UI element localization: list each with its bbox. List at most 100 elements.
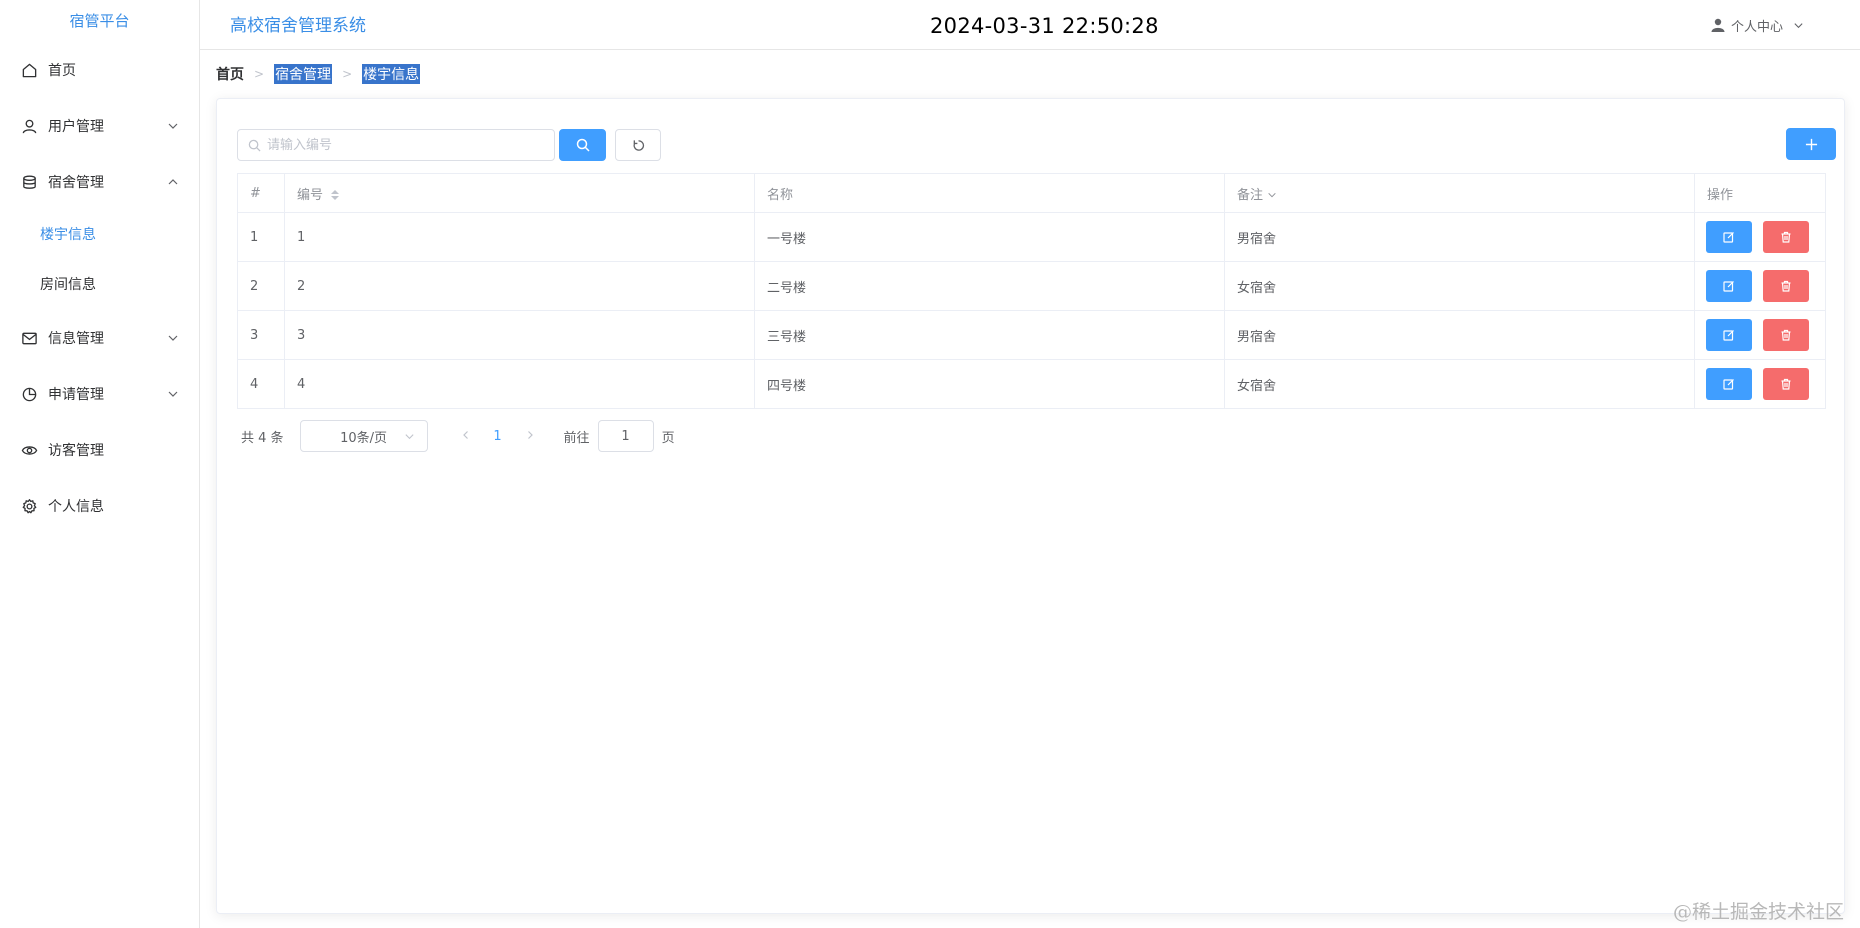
sidebar-subitem-building-info[interactable]: 楼宇信息 xyxy=(0,210,199,260)
column-header-actions: 操作 xyxy=(1694,173,1826,213)
chevron-right-icon xyxy=(527,430,533,439)
reset-button[interactable] xyxy=(615,129,661,161)
table-row: 4 4 四号楼 女宿舍 xyxy=(237,359,1826,409)
delete-button[interactable] xyxy=(1763,270,1809,302)
user-icon xyxy=(20,117,38,135)
cell-name: 一号楼 xyxy=(754,212,1225,262)
plus-icon xyxy=(1805,138,1817,150)
trash-icon xyxy=(1781,329,1791,341)
sidebar-item-user-management[interactable]: 用户管理 xyxy=(0,98,199,154)
sidebar-item-label: 信息管理 xyxy=(48,331,104,347)
column-header-note[interactable]: 备注 xyxy=(1224,173,1695,213)
cell-code: 1 xyxy=(284,212,755,262)
filter-arrow-icon[interactable] xyxy=(1267,190,1277,200)
table-row: 2 2 二号楼 女宿舍 xyxy=(237,261,1826,311)
user-center-label: 个人中心 xyxy=(1730,19,1783,35)
breadcrumb-home[interactable]: 首页 xyxy=(216,64,244,84)
page-size-select[interactable]: 10条/页 xyxy=(299,420,428,452)
sort-caret-icon[interactable] xyxy=(331,190,340,200)
cell-index: 4 xyxy=(237,359,285,409)
breadcrumb-separator-icon: > xyxy=(254,67,265,81)
sidebar-item-label: 个人信息 xyxy=(48,499,104,515)
cell-name: 四号楼 xyxy=(754,359,1225,409)
column-header-index: # xyxy=(237,173,285,213)
goto-label: 前往 xyxy=(563,430,590,446)
sidebar: 宿管平台 首页 用户管理 宿舍管理 楼宇信息 房间信息 信息管理 申请管理 访客… xyxy=(0,0,200,928)
trash-icon xyxy=(1781,280,1791,292)
delete-button[interactable] xyxy=(1763,368,1809,400)
breadcrumb-building-info: 楼宇信息 xyxy=(362,64,421,84)
page-size-value: 10条/页 xyxy=(340,430,388,446)
search-button[interactable] xyxy=(559,129,606,161)
cell-index: 2 xyxy=(237,261,285,311)
search-field[interactable] xyxy=(237,129,555,161)
chevron-down-icon xyxy=(168,123,178,129)
search-input[interactable] xyxy=(267,131,554,159)
sidebar-item-label: 宿舍管理 xyxy=(48,175,104,191)
user-center-dropdown[interactable]: 个人中心 xyxy=(1711,0,1810,50)
sidebar-subitem-room-info[interactable]: 房间信息 xyxy=(0,260,199,310)
add-button[interactable] xyxy=(1786,128,1836,160)
chevron-down-icon xyxy=(168,391,178,397)
sidebar-item-label: 申请管理 xyxy=(48,387,104,403)
table-row: 3 3 三号楼 男宿舍 xyxy=(237,310,1826,360)
sidebar-item-personal-info[interactable]: 个人信息 xyxy=(0,478,199,534)
table-row: 1 1 一号楼 男宿舍 xyxy=(237,212,1826,262)
eye-icon xyxy=(20,441,38,459)
trash-icon xyxy=(1781,231,1791,243)
cell-actions xyxy=(1694,359,1826,409)
pie-chart-icon xyxy=(20,385,38,403)
edit-button[interactable] xyxy=(1706,221,1752,253)
delete-button[interactable] xyxy=(1763,221,1809,253)
column-header-code-label: 编号 xyxy=(297,187,324,203)
edit-button[interactable] xyxy=(1706,319,1752,351)
database-icon xyxy=(20,173,38,191)
search-icon xyxy=(248,139,261,152)
search-icon xyxy=(576,138,590,152)
column-header-code[interactable]: 编号 xyxy=(284,173,755,213)
cell-index: 3 xyxy=(237,310,285,360)
goto-page-input[interactable] xyxy=(597,420,654,452)
edit-icon xyxy=(1723,281,1734,292)
refresh-icon xyxy=(633,139,644,151)
sidebar-item-label: 用户管理 xyxy=(48,119,104,135)
cell-code: 2 xyxy=(284,261,755,311)
cell-name: 二号楼 xyxy=(754,261,1225,311)
table-header-row: # 编号 名称 备注 操作 xyxy=(237,173,1826,213)
sidebar-item-home[interactable]: 首页 xyxy=(0,42,199,98)
prev-page-button[interactable] xyxy=(450,429,482,444)
page-number[interactable]: 1 xyxy=(482,429,514,444)
sidebar-item-visitor-management[interactable]: 访客管理 xyxy=(0,422,199,478)
cell-note: 男宿舍 xyxy=(1224,310,1695,360)
cell-actions xyxy=(1694,212,1826,262)
breadcrumb-separator-icon: > xyxy=(342,67,353,81)
sidebar-item-dorm-management[interactable]: 宿舍管理 xyxy=(0,154,199,210)
cell-code: 4 xyxy=(284,359,755,409)
trash-icon xyxy=(1781,378,1791,390)
edit-button[interactable] xyxy=(1706,368,1752,400)
system-title: 高校宿舍管理系统 xyxy=(230,16,366,36)
edit-button[interactable] xyxy=(1706,270,1752,302)
breadcrumb-dorm-management[interactable]: 宿舍管理 xyxy=(274,64,333,84)
cell-note: 女宿舍 xyxy=(1224,261,1695,311)
sidebar-brand: 宿管平台 xyxy=(69,12,130,30)
gear-icon xyxy=(20,497,38,515)
page-suffix-label: 页 xyxy=(661,430,675,446)
delete-button[interactable] xyxy=(1763,319,1809,351)
cell-index: 1 xyxy=(237,212,285,262)
user-avatar-icon xyxy=(1711,18,1725,32)
edit-icon xyxy=(1723,330,1734,341)
sidebar-item-info-management[interactable]: 信息管理 xyxy=(0,310,199,366)
cell-note: 男宿舍 xyxy=(1224,212,1695,262)
sidebar-item-label: 访客管理 xyxy=(48,443,104,459)
message-icon xyxy=(20,329,38,347)
home-icon xyxy=(20,61,38,79)
cell-actions xyxy=(1694,261,1826,311)
breadcrumb: 首页 > 宿舍管理 > 楼宇信息 xyxy=(216,64,421,84)
chevron-down-icon xyxy=(404,434,414,440)
chevron-down-icon xyxy=(1794,22,1803,28)
sidebar-item-application-management[interactable]: 申请管理 xyxy=(0,366,199,422)
building-table: # 编号 名称 备注 操作 1 1 一号楼 男宿舍 2 2 二号楼 女宿舍 3 3 三号楼 男宿舍 4 4… xyxy=(237,173,1826,409)
chevron-down-icon xyxy=(168,335,178,341)
next-page-button[interactable] xyxy=(514,429,546,444)
